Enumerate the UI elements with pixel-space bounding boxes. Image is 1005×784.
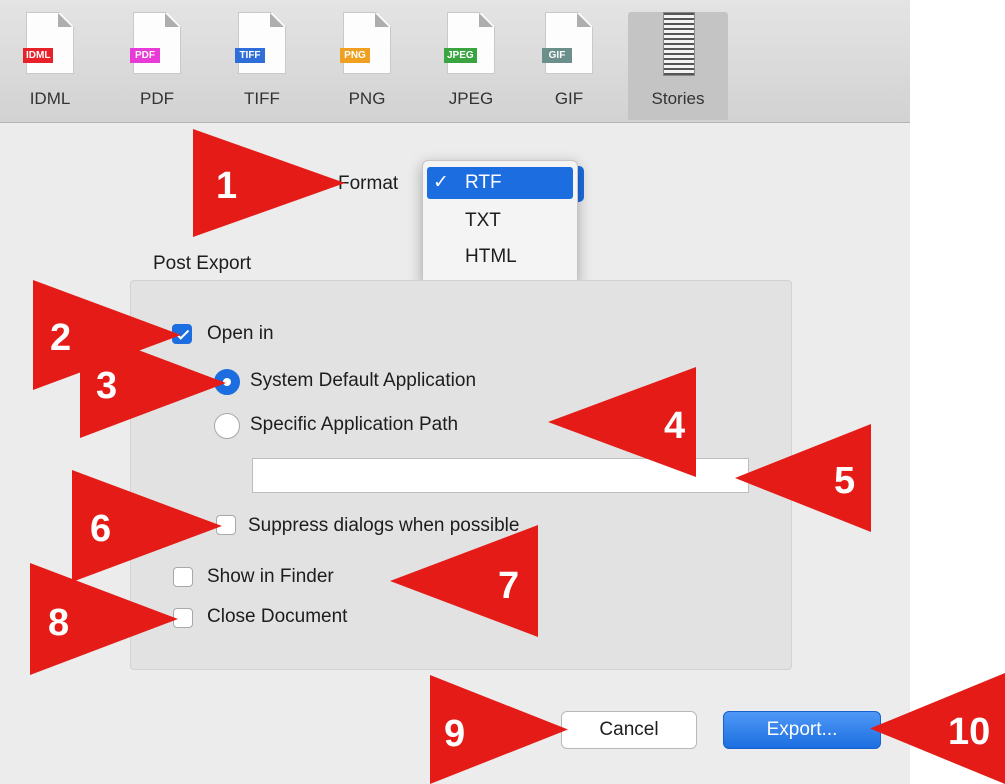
callout-number-8: 8	[48, 602, 70, 644]
tab-jpeg-label: JPEG	[448, 89, 494, 108]
export-button[interactable]: Export...	[723, 711, 881, 749]
tab-stories-label: Stories	[651, 89, 705, 108]
format-option-html[interactable]: HTML	[427, 241, 573, 273]
specific-path-label: Specific Application Path	[250, 414, 459, 435]
checkmark-icon: ✓	[433, 172, 449, 193]
callout-number-4: 4	[664, 405, 686, 447]
idml-file-icon	[26, 12, 74, 74]
png-badge: PNG	[340, 48, 370, 63]
suppress-dialogs-label: Suppress dialogs when possible	[248, 515, 520, 536]
format-option-label: RTF	[465, 172, 502, 193]
format-option-label: TXT	[465, 210, 501, 231]
gif-badge: GIF	[542, 48, 572, 63]
callout-number-3: 3	[96, 365, 118, 407]
show-in-finder-checkbox[interactable]	[173, 567, 193, 587]
tab-tiff[interactable]: TIFF TIFF	[225, 12, 299, 120]
cancel-button[interactable]: Cancel	[561, 711, 697, 749]
close-document-checkbox[interactable]	[173, 608, 193, 628]
callout-number-10: 10	[948, 711, 991, 753]
format-option-txt[interactable]: TXT	[427, 205, 573, 237]
stories-document-icon	[663, 12, 695, 76]
callout-number-5: 5	[834, 460, 856, 502]
tab-jpeg[interactable]: JPEG JPEG	[434, 12, 508, 120]
pdf-badge: PDF	[130, 48, 160, 63]
show-in-finder-label: Show in Finder	[207, 566, 334, 587]
format-label: Format	[338, 173, 399, 194]
callout-number-6: 6	[90, 508, 112, 550]
idml-badge: IDML	[23, 48, 54, 63]
format-dropdown-menu[interactable]: ✓ RTF TXT HTML	[422, 160, 578, 286]
tab-png[interactable]: PNG PNG	[330, 12, 404, 120]
png-file-icon	[343, 12, 391, 74]
callout-number-7: 7	[498, 565, 520, 607]
system-default-label: System Default Application	[250, 370, 477, 391]
tab-tiff-label: TIFF	[244, 89, 280, 108]
tab-gif[interactable]: GIF GIF	[532, 12, 606, 120]
pdf-file-icon	[133, 12, 181, 74]
tab-idml[interactable]: IDML IDML	[13, 12, 87, 120]
tab-gif-label: GIF	[554, 89, 584, 108]
callout-number-9: 9	[444, 713, 466, 755]
jpeg-badge: JPEG	[444, 48, 477, 63]
close-document-label: Close Document	[207, 606, 348, 627]
tab-pdf[interactable]: PDF PDF	[120, 12, 194, 120]
tab-stories[interactable]: Stories	[628, 12, 728, 120]
tiff-badge: TIFF	[235, 48, 265, 63]
callout-number-1: 1	[216, 165, 238, 207]
post-export-heading: Post Export	[153, 253, 252, 274]
tiff-file-icon	[238, 12, 286, 74]
tab-png-label: PNG	[348, 89, 386, 108]
open-in-label: Open in	[207, 323, 274, 344]
tab-pdf-label: PDF	[140, 89, 174, 108]
format-option-rtf[interactable]: ✓ RTF	[427, 167, 573, 199]
callout-number-2: 2	[50, 317, 72, 359]
tab-idml-label: IDML	[29, 89, 71, 108]
specific-path-radio[interactable]	[214, 413, 240, 439]
jpeg-file-icon	[447, 12, 495, 74]
export-format-toolbar: IDML IDML PDF PDF TIFF TIFF PNG PNG JPEG…	[0, 0, 910, 123]
format-option-label: HTML	[465, 246, 517, 267]
gif-file-icon	[545, 12, 593, 74]
